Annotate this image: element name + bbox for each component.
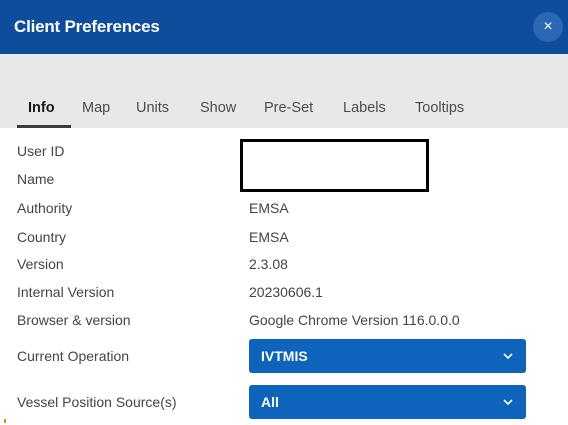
tab-units[interactable]: Units [136, 100, 169, 116]
name-label: Name [17, 171, 55, 187]
version-value: 2.3.08 [249, 256, 288, 272]
dialog-title-bar: Client Preferences × [0, 0, 568, 54]
vessel-source-value: All [261, 394, 279, 410]
edge-marker [4, 419, 6, 423]
tab-map[interactable]: Map [82, 100, 110, 116]
chevron-down-icon [503, 399, 513, 406]
close-icon: × [543, 18, 553, 35]
tab-tooltips[interactable]: Tooltips [415, 100, 464, 116]
redacted-box [240, 139, 429, 192]
browser-label: Browser & version [17, 312, 131, 328]
client-preferences-dialog: Client Preferences × Info Map Units Show… [0, 0, 568, 425]
vessel-source-select[interactable]: All [249, 385, 526, 419]
dialog-title: Client Preferences [14, 17, 160, 36]
browser-value: Google Chrome Version 116.0.0.0 [249, 312, 460, 328]
tab-show[interactable]: Show [200, 100, 236, 116]
current-operation-select[interactable]: IVTMIS [249, 339, 526, 373]
tab-info[interactable]: Info [28, 100, 55, 116]
tab-pre-set[interactable]: Pre-Set [264, 100, 313, 116]
current-operation-value: IVTMIS [261, 348, 308, 364]
authority-value: EMSA [249, 200, 289, 216]
vessel-source-label: Vessel Position Source(s) [17, 394, 177, 410]
country-value: EMSA [249, 229, 289, 245]
active-tab-indicator [17, 125, 71, 128]
tab-bar: Info Map Units Show Pre-Set Labels Toolt… [0, 90, 568, 128]
version-label: Version [17, 256, 64, 272]
chevron-down-icon [503, 353, 513, 360]
internal-version-value: 20230606.1 [249, 284, 323, 300]
close-button[interactable]: × [533, 12, 563, 42]
authority-label: Authority [17, 200, 73, 216]
country-label: Country [17, 229, 67, 245]
internal-version-label: Internal Version [17, 284, 115, 300]
user-id-label: User ID [17, 143, 65, 159]
tab-labels[interactable]: Labels [343, 100, 386, 116]
header-band [0, 54, 568, 90]
current-operation-label: Current Operation [17, 348, 130, 364]
